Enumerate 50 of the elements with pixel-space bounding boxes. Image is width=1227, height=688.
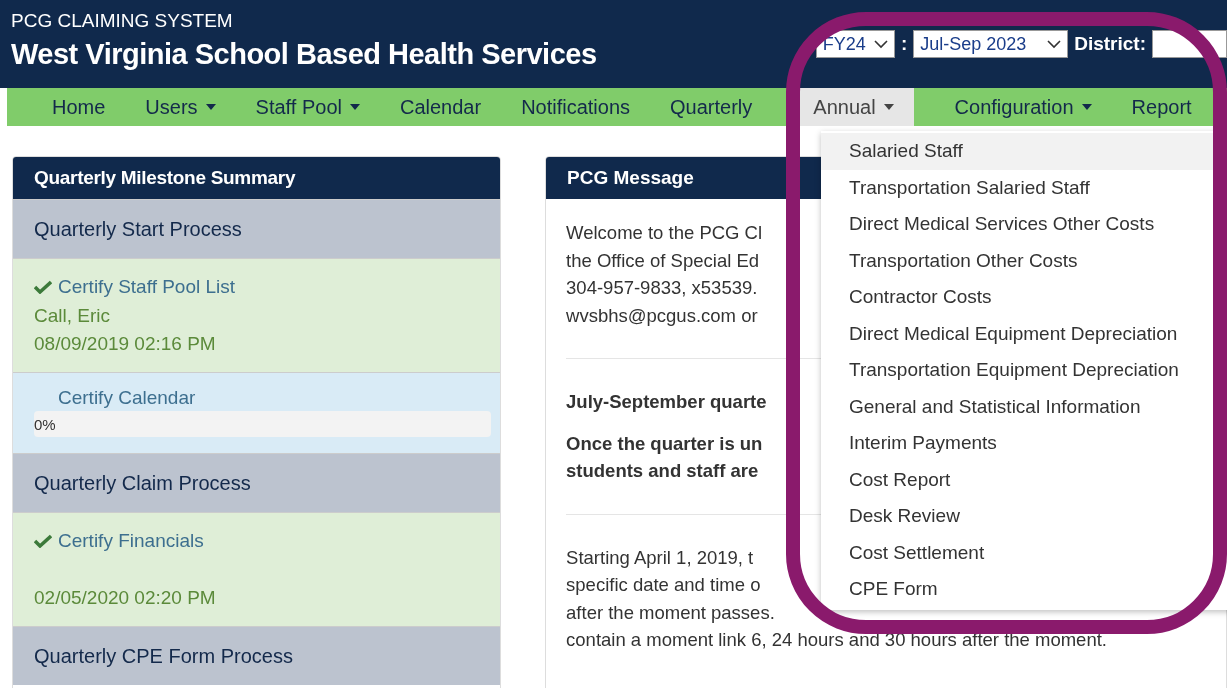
nav-item[interactable]: Report [1111,88,1212,126]
certified-by: Call, Eric [34,304,111,328]
chevron-down-icon [1047,39,1062,49]
section-header: Quarterly Start Process [13,199,501,258]
section-header: Quarterly Claim Process [13,453,501,512]
checkmark-icon [34,534,52,548]
menu-item[interactable]: Direct Medical Equipment Depreciation [821,315,1227,352]
nav-item[interactable]: Users [125,88,236,126]
nav-item[interactable]: Staff Pool [235,88,380,126]
menu-item[interactable]: Direct Medical Services Other Costs [821,206,1227,243]
message-line: the Office of Special Ed [566,248,760,273]
system-name: PCG CLAIMING SYSTEM [11,10,234,32]
menu-item[interactable]: Contractor Costs [821,279,1227,316]
section-header: Quarterly CPE Form Process [13,626,501,685]
message-line: July-September quarte [566,390,767,414]
menu-item[interactable]: Transportation Other Costs [821,242,1227,279]
menu-item[interactable]: Desk Review [821,498,1227,535]
checkmark-icon [34,280,52,294]
certified-date: 08/09/2019 02:16 PM [34,332,217,356]
certified-date: 02/05/2020 02:20 PM [34,586,217,610]
nav-item[interactable]: Quarterly [650,88,773,126]
nav-item[interactable]: Notifications [501,88,651,126]
message-line: Once the quarter is un [566,431,763,456]
nav-item[interactable]: Calendar [379,88,502,126]
milestone-link[interactable]: Certify Calendar [34,387,196,409]
message-line: Welcome to the PCG Cl [566,221,763,245]
message-line: students and staff are [566,459,759,483]
message-line: after the moment passes. [566,600,775,625]
menu-item[interactable]: Cost Settlement [821,534,1227,571]
district-label: District: [1074,33,1146,55]
separator: : [900,33,908,55]
message-line: Starting April 1, 2019, t [566,545,754,570]
milestone-link[interactable]: Certify Financials [34,527,204,555]
message-line: specific date and time o [566,573,761,597]
chevron-down-icon [873,39,888,49]
menu-item[interactable]: Cost Report [821,461,1227,498]
menu-item[interactable]: General and Statistical Information [821,388,1227,425]
menu-item[interactable]: Interim Payments [821,425,1227,462]
site-title: West Virginia School Based Health Services [11,38,597,71]
menu-item[interactable]: Transportation Equipment Depreciation [821,352,1227,389]
menu-item[interactable]: CPE Form [821,571,1227,608]
message-line: 304-957-9833, x53539. [566,276,758,300]
fiscal-year-select[interactable]: FY24 [815,30,895,58]
progress-reading: 0% [34,415,56,433]
quarter-select[interactable]: Jul-Sep 2023 [913,30,1069,58]
nav-item[interactable]: Home [32,88,126,126]
milestone-link[interactable]: Certify Staff Pool List [34,273,236,301]
panel-title: Quarterly Milestone Summary [13,157,501,199]
nav-item[interactable]: Configuration [934,88,1112,126]
message-line: wvsbhs@pcgus.com or [566,303,758,328]
